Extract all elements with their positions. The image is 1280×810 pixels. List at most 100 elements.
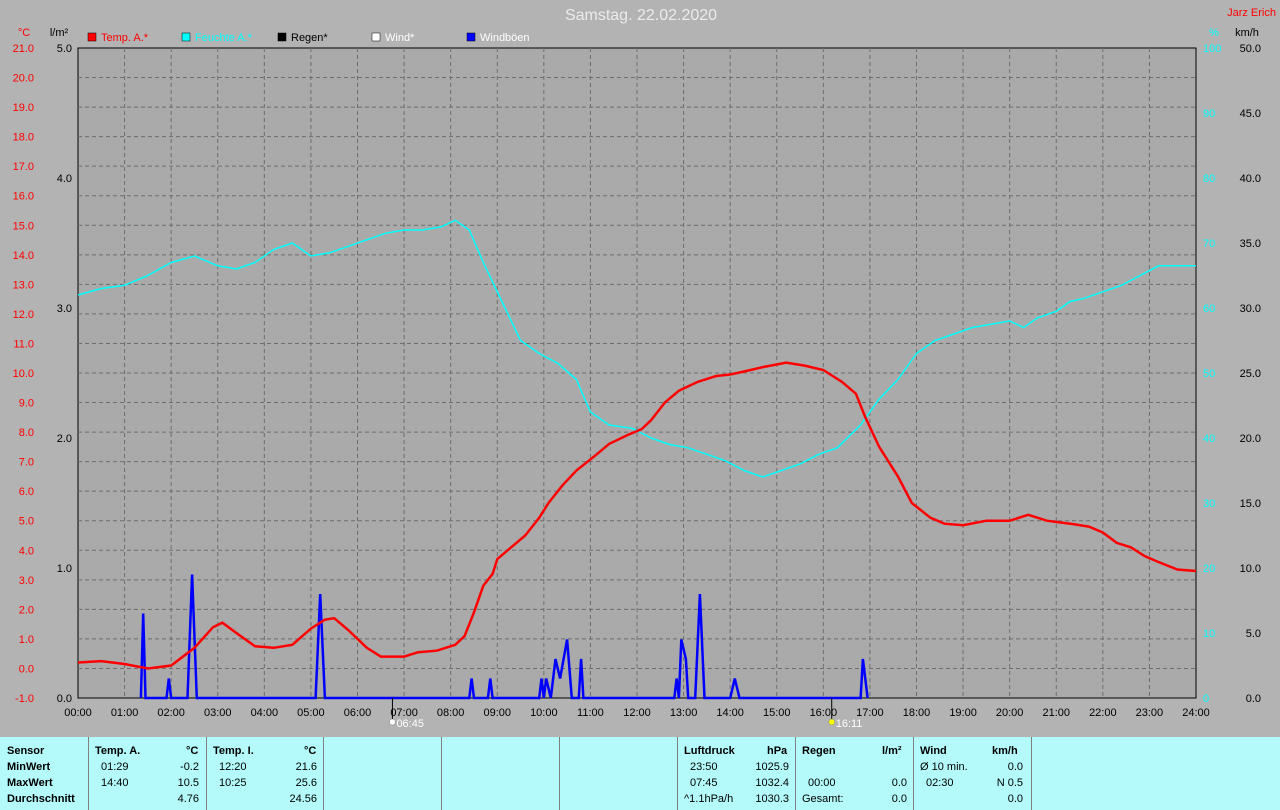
legend-swatch: [466, 32, 476, 42]
temp-i-unit: °C: [304, 745, 317, 757]
x-tick-label: 05:00: [297, 707, 325, 719]
temp-tick-label: 20.0: [13, 73, 34, 85]
row-label-avg: Durchschnitt: [7, 793, 75, 805]
wind-tick-label: 30.0: [1240, 303, 1261, 315]
temp-tick-label: 3.0: [19, 575, 34, 587]
legend-label: Temp. A.*: [101, 32, 149, 44]
wind-tick-label: 5.0: [1246, 628, 1261, 640]
legend-swatch: [371, 32, 381, 42]
divider: [559, 737, 560, 810]
x-tick-label: 24:00: [1182, 707, 1210, 719]
x-tick-label: 11:00: [577, 707, 604, 719]
temp-i-header: Temp. I.: [213, 745, 254, 757]
divider: [206, 737, 207, 810]
humidity-tick-label: 30: [1203, 498, 1215, 510]
temp-a-unit: °C: [186, 745, 199, 757]
temp-a-max-value: 10.5: [177, 777, 199, 789]
temp-tick-label: 15.0: [13, 220, 34, 232]
wind-tick-label: 50.0: [1240, 43, 1261, 55]
wind-tick-label: 35.0: [1240, 238, 1261, 250]
wind-axis-unit: km/h: [1235, 27, 1259, 39]
temp-tick-label: 4.0: [19, 545, 34, 557]
weather-chart: Samstag. 22.02.2020 Jarz Erich Temp. A.*…: [13, 7, 1276, 730]
sunrise-label: 06:45: [396, 718, 424, 730]
humidity-tick-label: 100: [1203, 43, 1221, 55]
wind-avg-value: 0.0: [1007, 793, 1023, 805]
x-tick-label: 23:00: [1136, 707, 1164, 719]
temp-tick-label: 12.0: [13, 309, 34, 321]
temp-tick-label: 9.0: [19, 398, 34, 410]
sensor-header: Sensor: [7, 745, 45, 757]
rain-unit: l/m²: [882, 745, 902, 757]
divider: [441, 737, 442, 810]
x-tick-label: 08:00: [437, 707, 465, 719]
wind-tick-label: 20.0: [1240, 433, 1261, 445]
x-tick-label: 01:00: [111, 707, 139, 719]
temp-tick-label: 19.0: [13, 102, 34, 114]
rain-tick-label: 2.0: [57, 433, 72, 445]
x-tick-label: 15:00: [763, 707, 791, 719]
temp-tick-label: 7.0: [19, 457, 34, 469]
legend-swatch: [181, 32, 191, 42]
temp-tick-label: 14.0: [13, 250, 34, 262]
temp-tick-label: 18.0: [13, 132, 34, 144]
humidity-axis-unit: %: [1209, 27, 1219, 39]
humidity-tick-label: 80: [1203, 173, 1215, 185]
x-tick-label: 21:00: [1042, 707, 1070, 719]
temp-a-min-time: 01:29: [101, 761, 129, 773]
temp-tick-label: 13.0: [13, 279, 34, 291]
pressure-avg-value: 1030.3: [755, 793, 789, 805]
rain-max-value: 0.0: [891, 777, 907, 789]
humidity-tick-label: 90: [1203, 108, 1215, 120]
humidity-tick-label: 0: [1203, 693, 1209, 705]
x-tick-label: 00:00: [64, 707, 92, 719]
wind-header: Wind: [920, 745, 947, 757]
x-tick-label: 03:00: [204, 707, 232, 719]
x-tick-label: 02:00: [157, 707, 185, 719]
temp-i-max-time: 10:25: [219, 777, 247, 789]
legend-swatch: [87, 32, 97, 42]
wind-tick-label: 40.0: [1240, 173, 1261, 185]
pressure-min-time: 23:50: [690, 761, 718, 773]
wind-tick-label: 10.0: [1240, 563, 1261, 575]
temp-axis-unit: °C: [18, 27, 30, 39]
legend-swatch: [277, 32, 287, 42]
x-tick-label: 14:00: [716, 707, 744, 719]
humidity-tick-label: 10: [1203, 628, 1215, 640]
rain-tick-label: 3.0: [57, 303, 72, 315]
row-label-min: MinWert: [7, 761, 51, 773]
divider: [1031, 737, 1032, 810]
temp-tick-label: 10.0: [13, 368, 34, 380]
statistics-panel: Sensor MinWert MaxWert Durchschnitt Temp…: [0, 737, 1280, 810]
pressure-trend: ^1.1hPa/h: [684, 793, 734, 805]
temp-tick-label: 6.0: [19, 486, 34, 498]
pressure-header: Luftdruck: [684, 745, 735, 757]
x-tick-label: 13:00: [670, 707, 698, 719]
sunrise-icon: [389, 718, 396, 726]
sunset-icon: [828, 718, 835, 726]
x-tick-label: 22:00: [1089, 707, 1117, 719]
legend-label: Wind*: [385, 32, 415, 44]
temp-a-min-value: -0.2: [180, 761, 199, 773]
x-tick-label: 09:00: [483, 707, 511, 719]
rain-axis-unit: l/m²: [50, 27, 69, 39]
x-tick-label: 10:00: [530, 707, 558, 719]
chart-title: Samstag. 22.02.2020: [565, 7, 717, 24]
temp-tick-label: 5.0: [19, 516, 34, 528]
pressure-min-value: 1025.9: [755, 761, 789, 773]
wind-avg10-value: 0.0: [1007, 761, 1023, 773]
rain-total-value: 0.0: [891, 793, 907, 805]
temp-tick-label: -1.0: [15, 693, 34, 705]
pressure-unit: hPa: [767, 745, 788, 757]
rain-total-label: Gesamt:: [802, 793, 844, 805]
x-tick-label: 16:00: [810, 707, 838, 719]
x-tick-label: 19:00: [949, 707, 977, 719]
legend-label: Regen*: [291, 32, 328, 44]
divider: [88, 737, 89, 810]
temp-a-avg-value: 4.76: [177, 793, 199, 805]
temp-tick-label: 16.0: [13, 191, 34, 203]
divider: [323, 737, 324, 810]
divider: [795, 737, 796, 810]
x-tick-label: 18:00: [903, 707, 931, 719]
legend-label: Windböen: [480, 32, 530, 44]
